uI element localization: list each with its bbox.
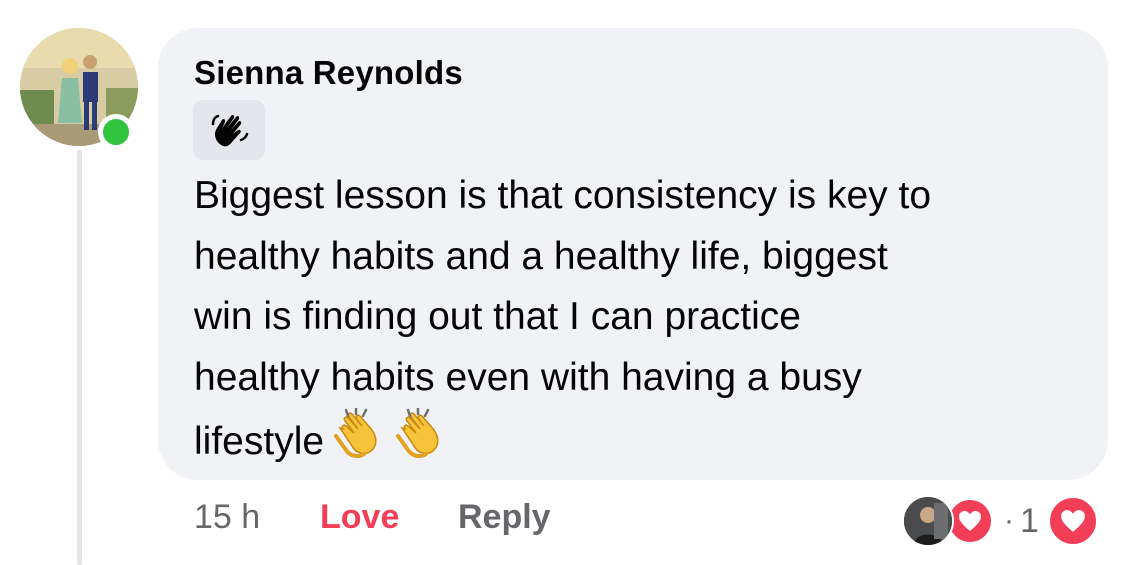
clapping-hands-icon: [390, 406, 448, 483]
comment-text: Biggest lesson is that consistency is ke…: [194, 166, 1094, 483]
comment-timestamp[interactable]: 15 h: [194, 498, 260, 537]
reply-button[interactable]: Reply: [458, 498, 551, 537]
reaction-count: 1: [1020, 501, 1039, 540]
comment-line: win is finding out that I can practice: [194, 295, 801, 338]
waving-hand-icon: [193, 100, 265, 160]
clapping-hands-icon: [328, 406, 386, 483]
comment-line: lifestyle: [194, 420, 325, 463]
comment-line-last: lifestyle: [194, 406, 1094, 483]
reactor-avatar: [902, 495, 954, 547]
online-status-indicator: [98, 114, 134, 150]
comment-line: healthy habits even with having a busy: [194, 355, 862, 399]
comment-line: Biggest lesson is that consistency is ke…: [194, 174, 932, 217]
heart-icon[interactable]: [1046, 495, 1099, 547]
love-button[interactable]: Love: [320, 498, 399, 537]
thread-line: [77, 150, 82, 565]
reaction-summary[interactable]: · 1: [902, 494, 1099, 548]
comment-line: healthy habits and a healthy life, bigge…: [194, 234, 888, 278]
reaction-separator: ·: [1004, 504, 1014, 537]
comment-author[interactable]: Sienna Reynolds: [194, 54, 463, 92]
